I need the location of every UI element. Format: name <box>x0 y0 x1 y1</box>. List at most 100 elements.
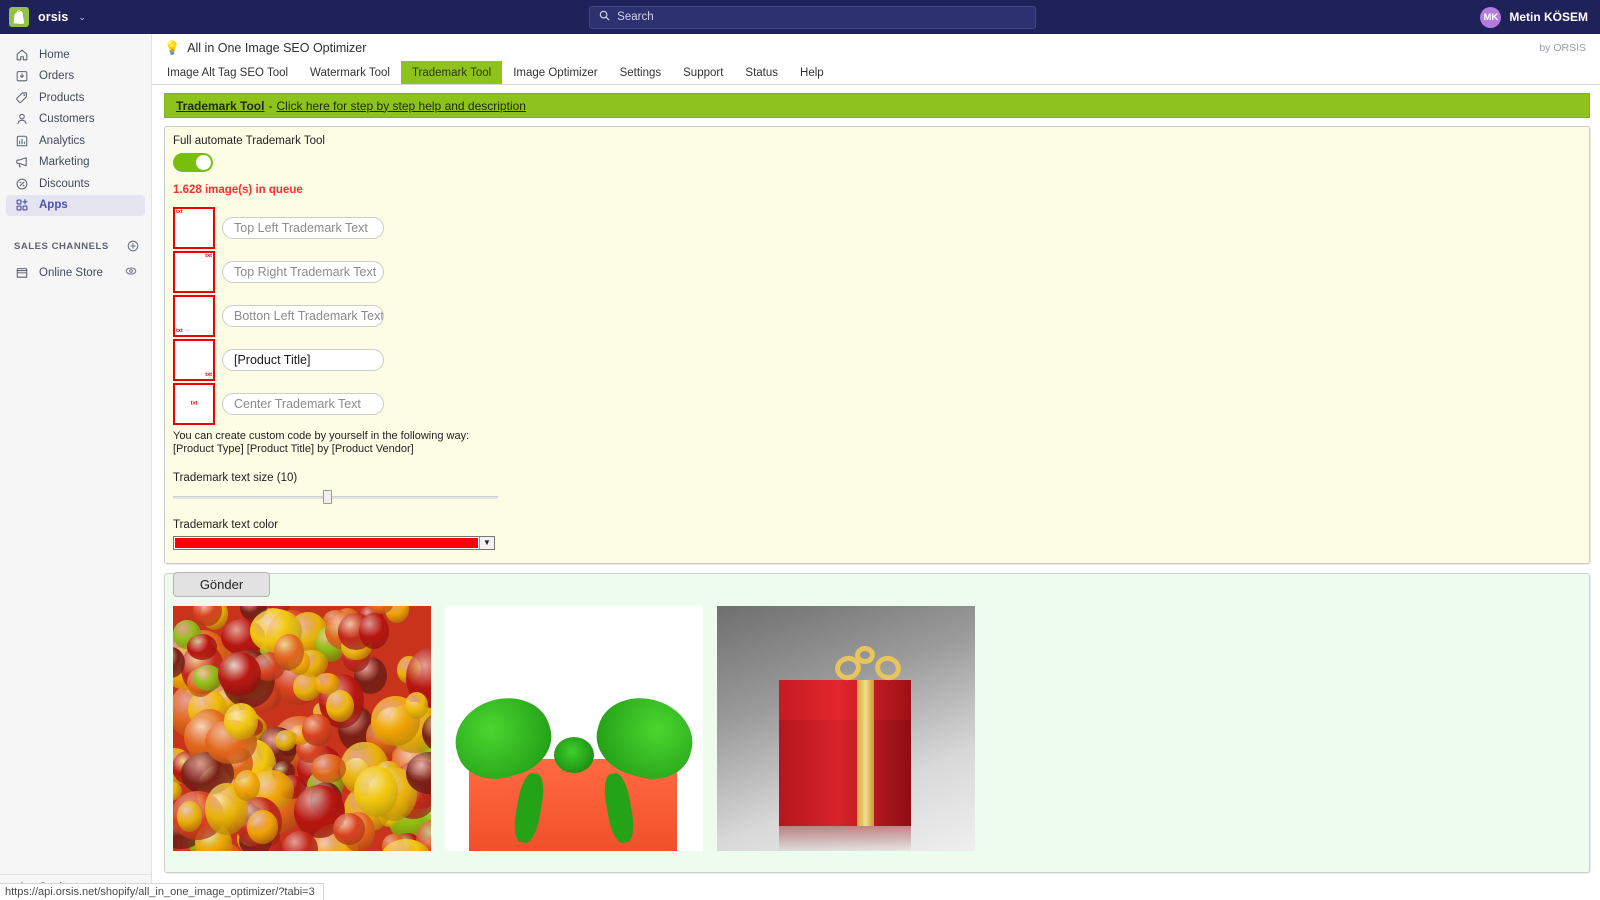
gift-box-reflection <box>779 826 911 851</box>
trademark-settings-panel: Full automate Trademark Tool 1.628 image… <box>164 126 1590 597</box>
store-switcher[interactable]: orsis ⌄ <box>0 7 145 27</box>
full-automate-toggle[interactable] <box>173 153 213 172</box>
sidebar-item-customers[interactable]: Customers <box>6 109 145 130</box>
app-credit: by ORSIS <box>1539 41 1586 54</box>
help-banner: Trademark Tool - Click here for step by … <box>164 93 1590 118</box>
plus-circle-icon[interactable] <box>127 240 139 254</box>
app-header: 💡 All in One Image SEO Optimizer by ORSI… <box>152 34 1600 61</box>
tomato-shape <box>274 633 304 670</box>
storefront-icon <box>14 265 29 280</box>
tab-label: Watermark Tool <box>310 66 390 79</box>
bottom-right-trademark-input[interactable] <box>222 349 384 371</box>
tomato-shape <box>359 612 390 650</box>
gold-ribbon-vertical <box>857 680 874 826</box>
top-right-trademark-input[interactable] <box>222 261 384 283</box>
tab-support[interactable]: Support <box>672 61 734 84</box>
user-menu[interactable]: MK Metin KÖSEM <box>1480 6 1600 28</box>
position-marker-label: txt <box>176 327 183 334</box>
sidebar-item-orders[interactable]: Orders <box>6 66 145 87</box>
center-trademark-input[interactable] <box>222 393 384 415</box>
trademark-row-top-left: txt <box>173 207 1579 249</box>
text-color-picker[interactable]: ▼ <box>173 535 495 550</box>
bar-chart-icon <box>14 133 29 148</box>
sidebar-item-products[interactable]: Products <box>6 87 145 108</box>
position-marker-label: txt <box>176 209 183 215</box>
tab-trademark-tool[interactable]: Trademark Tool <box>400 61 503 84</box>
sidebar-item-marketing[interactable]: Marketing <box>6 152 145 173</box>
page-title: All in One Image SEO Optimizer <box>187 40 367 55</box>
tomato-shape <box>404 692 429 719</box>
sidebar-item-label: Products <box>39 91 85 104</box>
custom-code-hint: You can create custom code by yourself i… <box>173 430 1579 457</box>
search-placeholder: Search <box>617 11 654 23</box>
megaphone-icon <box>14 155 29 170</box>
tab-image-alt-tag-seo-tool[interactable]: Image Alt Tag SEO Tool <box>156 61 299 84</box>
tab-label: Settings <box>619 66 662 79</box>
submit-button[interactable]: Gönder <box>173 571 270 597</box>
gold-bow <box>831 646 905 688</box>
status-bar-url: https://api.orsis.net/shopify/all_in_one… <box>0 883 324 900</box>
tab-label: Help <box>800 66 824 79</box>
tab-label: Image Optimizer <box>513 66 598 79</box>
search-input[interactable]: Search <box>589 5 1037 29</box>
store-name: orsis <box>38 10 69 24</box>
main-area: 💡 All in One Image SEO Optimizer by ORSI… <box>152 34 1600 900</box>
position-marker-label: txt <box>190 400 198 407</box>
trademark-row-top-right: txt <box>173 251 1579 293</box>
search-icon <box>599 10 610 24</box>
tab-label: Image Alt Tag SEO Tool <box>167 66 289 79</box>
tomato-shape <box>274 729 296 752</box>
tab-status[interactable]: Status <box>734 61 789 84</box>
text-size-slider[interactable] <box>173 489 498 504</box>
tab-image-optimizer[interactable]: Image Optimizer <box>502 61 608 84</box>
tomato-shape <box>311 753 346 783</box>
tab-label: Trademark Tool <box>411 66 492 79</box>
sidebar-item-online-store[interactable]: Online Store <box>6 262 145 284</box>
tomato-shape <box>302 713 332 747</box>
tab-settings[interactable]: Settings <box>609 61 673 84</box>
trademark-row-bottom-right: txt <box>173 339 1579 381</box>
percent-circle-icon <box>14 176 29 191</box>
queue-status: 1.628 image(s) in queue <box>173 184 303 196</box>
trademark-row-bottom-left: txt <box>173 295 1579 337</box>
image-samples-list <box>173 606 1579 851</box>
apps-grid-plus-icon <box>14 198 29 213</box>
sidebar-item-home[interactable]: Home <box>6 44 145 65</box>
custom-code-hint-line2: [Product Type] [Product Title] by [Produ… <box>173 443 414 456</box>
top-left-trademark-input[interactable] <box>222 217 384 239</box>
slider-thumb[interactable] <box>323 489 332 504</box>
position-indicator-top-right: txt <box>173 251 215 293</box>
sample-image-red-gold-gift[interactable] <box>717 606 975 851</box>
toggle-knob <box>196 155 211 170</box>
automate-label: Full automate Trademark Tool <box>173 135 325 147</box>
sidebar-item-discounts[interactable]: Discounts <box>6 173 145 194</box>
lightbulb-icon: 💡 <box>164 40 181 55</box>
sidebar-item-apps[interactable]: Apps <box>6 194 145 216</box>
tomato-shape <box>314 672 340 695</box>
banner-help-link[interactable]: Click here for step by step help and des… <box>276 99 525 113</box>
tab-watermark-tool[interactable]: Watermark Tool <box>299 61 401 84</box>
tomato-shape <box>353 766 398 817</box>
content-area: Trademark Tool - Click here for step by … <box>152 85 1600 873</box>
position-indicator-center: txt <box>173 383 215 425</box>
tab-help[interactable]: Help <box>789 61 835 84</box>
bow-loop-right <box>871 652 905 684</box>
chevron-down-icon[interactable]: ▼ <box>479 536 494 549</box>
sidebar: Home Orders Products Customers Analytics <box>0 34 152 900</box>
custom-code-hint-line1: You can create custom code by yourself i… <box>173 430 470 442</box>
sidebar-item-analytics[interactable]: Analytics <box>6 130 145 151</box>
green-bow-gift-artwork <box>445 606 703 851</box>
sidebar-item-label: Analytics <box>39 134 86 147</box>
trademark-field-rows: txt txt txt <box>173 207 1579 425</box>
bottom-left-trademark-input[interactable] <box>222 305 384 327</box>
color-swatch <box>175 537 478 548</box>
sample-image-green-bow-gift[interactable] <box>445 606 703 851</box>
bow-knot <box>554 737 594 773</box>
eye-icon[interactable] <box>125 265 137 280</box>
home-icon <box>14 47 29 62</box>
sample-image-tomatoes[interactable] <box>173 606 431 851</box>
tomato-shape <box>223 702 259 740</box>
text-size-label: Trademark text size (10) <box>173 471 298 484</box>
position-marker-label: txt <box>205 371 212 378</box>
sidebar-item-label: Customers <box>39 113 95 125</box>
